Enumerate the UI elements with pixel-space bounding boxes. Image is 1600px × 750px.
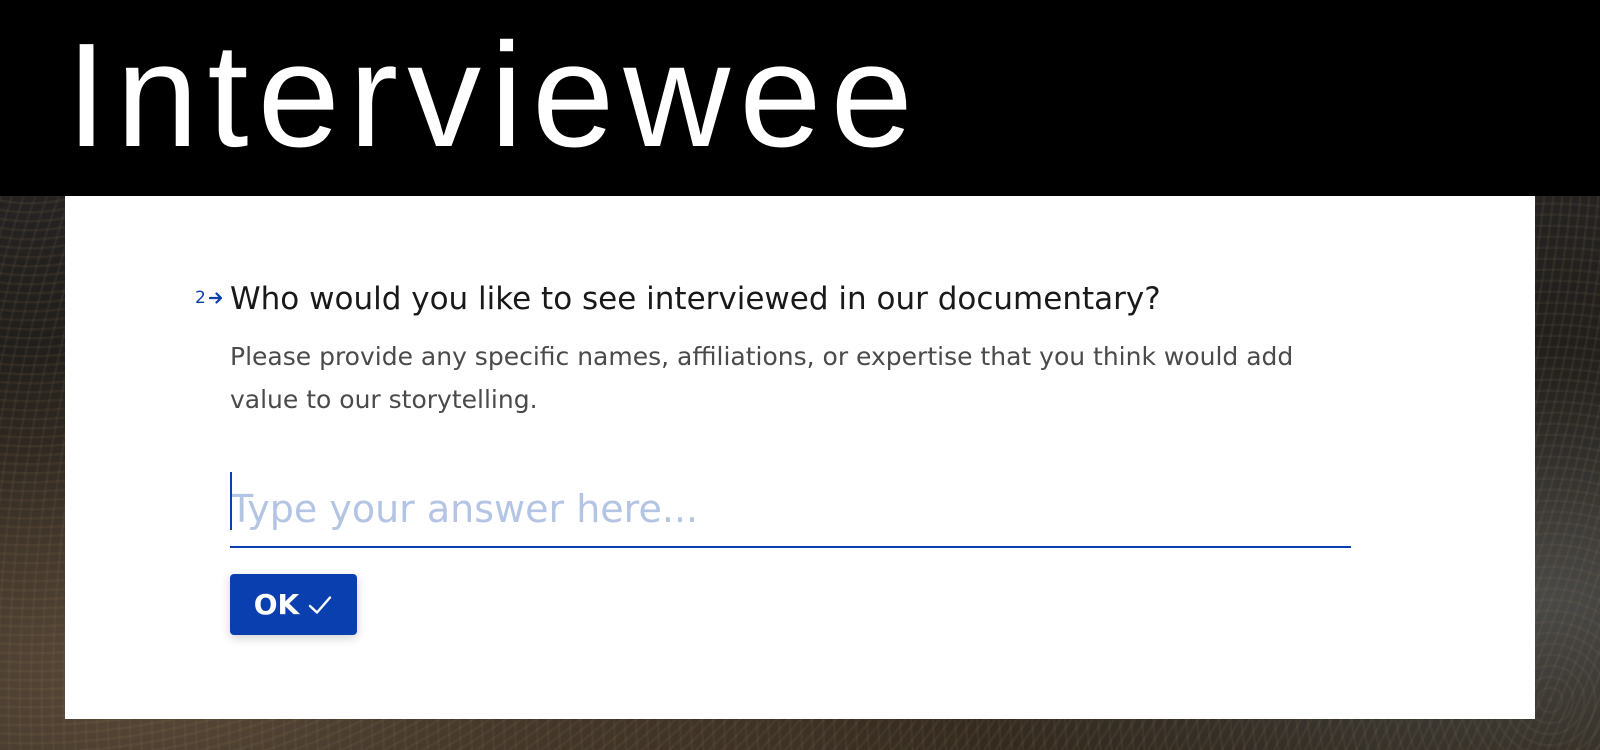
question-number: 2 bbox=[195, 288, 223, 308]
header-band: Interviewee bbox=[0, 0, 1600, 196]
header-title: Interviewee bbox=[66, 13, 922, 178]
form-card: 2 Who would you like to see interviewed … bbox=[65, 196, 1535, 719]
arrow-right-icon bbox=[208, 292, 223, 304]
question-number-label: 2 bbox=[195, 288, 206, 308]
answer-field[interactable] bbox=[230, 471, 1351, 548]
answer-input[interactable] bbox=[230, 471, 1351, 546]
checkmark-icon bbox=[307, 594, 333, 616]
question-description: Please provide any specific names, affil… bbox=[230, 342, 1294, 414]
ok-button-label: OK bbox=[253, 588, 300, 621]
page: Interviewee 2 Who would you like to see … bbox=[0, 0, 1600, 750]
question-title: Who would you like to see interviewed in… bbox=[230, 281, 1161, 317]
text-cursor bbox=[230, 472, 232, 530]
question-block: 2 Who would you like to see interviewed … bbox=[195, 279, 1430, 421]
ok-button[interactable]: OK bbox=[230, 574, 357, 635]
